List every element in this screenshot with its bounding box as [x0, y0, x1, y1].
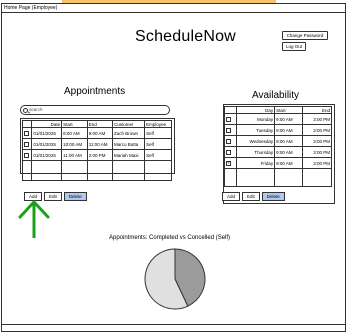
- cell-day: Wednesday: [235, 135, 276, 147]
- appointments-table: Date Start End Customer Employee 01/01/2…: [21, 120, 172, 181]
- delete-appointment-button[interactable]: Delete: [63, 192, 87, 201]
- row-checkbox[interactable]: [226, 138, 231, 144]
- appointments-pie-chart: [144, 248, 206, 310]
- cell-start: 8:00 AM: [61, 127, 88, 139]
- table-row[interactable]: Thursday 9:00 AM 3:00 PM: [224, 146, 332, 158]
- add-availability-button[interactable]: Add: [222, 192, 241, 201]
- availability-button-row: Add Edit Delete: [222, 192, 287, 201]
- table-row[interactable]: 01/01/2025 8:00 AM 9:00 AM Zach Brown Se…: [21, 127, 172, 139]
- app-title: ScheduleNow: [135, 28, 236, 45]
- edit-availability-button[interactable]: Edit: [242, 192, 260, 201]
- cell-end: 9:00 AM: [86, 127, 114, 139]
- table-row[interactable]: 01/01/2025 10:00 AM 11:00 AM Marco Botta…: [21, 138, 172, 150]
- up-arrow-icon: [18, 200, 50, 238]
- search-icon: [23, 107, 28, 113]
- cell-start: 10:00 AM: [61, 138, 88, 150]
- table-row[interactable]: Tuesday 9:00 AM 3:00 PM: [224, 124, 332, 136]
- cell-date: 01/01/2025: [31, 127, 63, 139]
- cell-date: 01/01/2025: [31, 138, 63, 150]
- cell-customer: Zach Brown: [112, 127, 146, 139]
- select-column-header: [224, 106, 237, 114]
- cell-start: 9:00 AM: [274, 113, 304, 125]
- cell-end: 3:00 PM: [302, 157, 332, 169]
- cell-start: 9:00 AM: [274, 124, 304, 136]
- appointments-title: Appointments: [64, 86, 126, 97]
- cell-customer: Mariah Maxi: [112, 149, 146, 161]
- column-header-end: End: [302, 106, 332, 114]
- chart-title: Appointments: Completed vs Concelled (Se…: [109, 235, 231, 241]
- table-empty-row: [224, 168, 332, 187]
- row-checkbox[interactable]: [226, 127, 231, 133]
- row-checkbox[interactable]: [226, 149, 231, 155]
- cell-date: 01/01/2025: [31, 149, 63, 161]
- cell-start: 11:00 AM: [61, 149, 88, 161]
- cell-customer: Marco Botta: [112, 138, 146, 150]
- row-checkbox[interactable]: [24, 130, 29, 136]
- row-checkbox[interactable]: [24, 141, 29, 147]
- row-checkbox[interactable]: [226, 116, 231, 122]
- delete-availability-button[interactable]: Delete: [261, 192, 285, 201]
- cell-day: Friday: [235, 157, 276, 169]
- app-window: Home Page (Employee) ScheduleNow Change …: [1, 3, 346, 332]
- cell-employee: Self: [144, 138, 172, 150]
- cell-end: 3:00 PM: [302, 135, 332, 147]
- window-title: Home Page (Employee): [2, 4, 345, 13]
- table-header-row: Day Start End: [224, 106, 332, 114]
- cell-end: 2:00 PM: [86, 149, 114, 161]
- cell-end: 3:00 PM: [302, 124, 332, 136]
- cell-day: Thursday: [235, 146, 276, 158]
- column-header-start: Start: [61, 120, 88, 128]
- cell-end: 3:00 PM: [302, 113, 332, 125]
- table-empty-row: [21, 160, 172, 181]
- cell-day: Monday: [235, 113, 276, 125]
- availability-table: Day Start End Monday 9:00 AM 3:00 PM Tue…: [224, 106, 332, 187]
- column-header-date: Date: [31, 120, 63, 128]
- select-column-header: [21, 120, 33, 128]
- column-header-start: Start: [274, 106, 304, 114]
- table-row[interactable]: Friday 9:00 AM 3:00 PM: [224, 157, 332, 169]
- table-header-row: Date Start End Customer Employee: [21, 120, 172, 128]
- availability-title: Availability: [252, 90, 300, 101]
- cell-start: 9:00 AM: [274, 135, 304, 147]
- column-header-customer: Customer: [112, 120, 146, 128]
- cell-end: 3:00 PM: [302, 146, 332, 158]
- bottom-divider: [2, 324, 345, 325]
- row-checkbox-checked[interactable]: [226, 160, 231, 166]
- row-checkbox[interactable]: [24, 152, 29, 158]
- cell-start: 9:00 AM: [274, 157, 304, 169]
- column-header-end: End: [86, 120, 114, 128]
- table-row[interactable]: 01/01/2025 11:00 AM 2:00 PM Mariah Maxi …: [21, 149, 172, 161]
- cell-employee: Self: [144, 149, 172, 161]
- table-row[interactable]: Wednesday 9:00 AM 3:00 PM: [224, 135, 332, 147]
- table-row[interactable]: Monday 9:00 AM 3:00 PM: [224, 113, 332, 125]
- log-out-button[interactable]: Log Out: [282, 42, 306, 51]
- search-input[interactable]: search: [20, 105, 170, 115]
- cell-start: 9:00 AM: [274, 146, 304, 158]
- cell-employee: Self: [144, 127, 172, 139]
- change-password-button[interactable]: Change Password: [282, 31, 328, 40]
- column-header-day: Day: [235, 106, 276, 114]
- cell-end: 11:00 AM: [86, 138, 114, 150]
- search-placeholder: search: [29, 107, 43, 112]
- column-header-employee: Employee: [144, 120, 172, 128]
- cell-day: Tuesday: [235, 124, 276, 136]
